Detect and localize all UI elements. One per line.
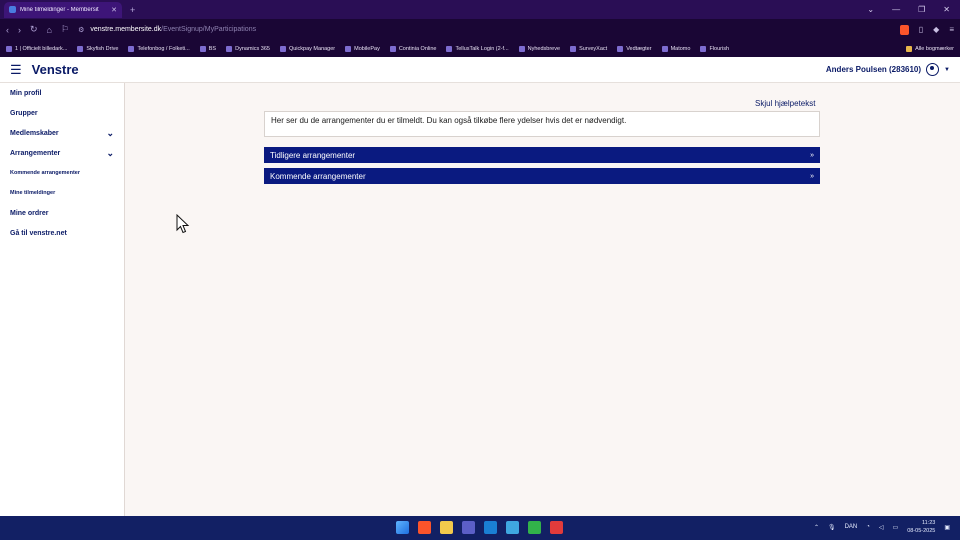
url-field[interactable]: ⚙ venstre.membersite.dk/EventSignup/MyPa… <box>78 26 891 34</box>
site-header: ☰ Venstre Anders Poulsen (283610) ▼ <box>0 57 960 83</box>
windows-taskbar: ⌃ 🎙 DAN ◔ ◁ ▭ 11:23 08-05-2025 ▣ <box>0 516 960 540</box>
bookmark-icon[interactable]: ⚐ <box>61 24 69 35</box>
home-icon[interactable]: ⌂ <box>47 25 52 35</box>
bookmark-favicon-icon <box>617 45 624 52</box>
notification-icon[interactable]: ▣ <box>944 524 950 531</box>
sidebar-item-medlemskaber[interactable]: Medlemskaber ⌄ <box>0 123 124 143</box>
chevron-down-icon: ⌄ <box>106 147 114 158</box>
expand-arrow-icon: » <box>810 172 814 180</box>
restore-icon[interactable]: ❐ <box>918 5 925 14</box>
close-tab-icon[interactable]: ✕ <box>111 6 117 14</box>
system-clock[interactable]: 11:23 08-05-2025 <box>907 519 935 535</box>
sidebar-item-grupper[interactable]: Grupper <box>0 103 124 123</box>
all-bookmarks-folder[interactable]: Alle bogmærker <box>906 45 954 52</box>
url-host: venstre.membersite.dk <box>90 26 162 33</box>
url-path: /EventSignup/MyParticipations <box>161 26 257 33</box>
teams-icon[interactable] <box>462 521 475 534</box>
bookmark-item[interactable]: SurveyXact <box>570 45 607 52</box>
file-explorer-icon[interactable] <box>440 521 453 534</box>
sidebar-item-kommende-arrangementer[interactable]: Kommende arrangementer <box>0 163 124 183</box>
brave-shield-icon[interactable] <box>899 24 909 35</box>
bookmark-favicon-icon <box>446 45 453 52</box>
back-icon[interactable]: ‹ <box>6 25 9 35</box>
reload-icon[interactable]: ↻ <box>30 24 38 35</box>
new-tab-icon[interactable]: + <box>130 5 135 15</box>
bookmark-favicon-icon <box>6 45 12 52</box>
camtasia-icon[interactable] <box>528 521 541 534</box>
brave-browser-icon[interactable] <box>418 521 431 534</box>
sidebar-toggle-icon[interactable]: ▯ <box>919 25 923 34</box>
hamburger-menu-icon[interactable]: ☰ <box>10 63 22 76</box>
tab-list-chevron-icon[interactable]: ⌄ <box>867 5 874 14</box>
chevron-down-icon: ⌄ <box>106 127 114 138</box>
language-indicator[interactable]: DAN <box>845 524 858 530</box>
battery-icon[interactable]: ▭ <box>893 524 899 531</box>
close-window-icon[interactable]: ✕ <box>943 5 950 14</box>
forward-icon[interactable]: › <box>18 25 21 35</box>
sidebar-item-arrangementer[interactable]: Arrangementer ⌄ <box>0 143 124 163</box>
window-controls: ⌄ — ❐ ✕ <box>867 5 960 14</box>
hide-help-text-link[interactable]: Skjul hjælpetekst <box>755 99 815 108</box>
bookmark-favicon-icon <box>199 45 206 52</box>
bookmark-item[interactable]: Dynamics 365 <box>226 45 270 52</box>
bookmark-item[interactable]: Skyfish Drive <box>77 45 118 52</box>
bookmark-favicon-icon <box>77 45 84 52</box>
bookmark-favicon-icon <box>700 45 707 52</box>
bookmark-favicon-icon <box>345 45 352 52</box>
section-kommende-arrangementer[interactable]: Kommende arrangementer » <box>264 168 820 184</box>
bookmark-item[interactable]: Flourish <box>700 45 729 52</box>
sidebar-item-min-profil[interactable]: Min profil <box>0 83 124 103</box>
sidebar-nav: Min profil Grupper Medlemskaber ⌄ Arrange… <box>0 83 125 516</box>
browser-tab-bar: Mine tilmeldinger - Membersit ✕ + ⌄ — ❐ … <box>0 0 960 19</box>
sidebar-item-mine-ordrer[interactable]: Mine ordrer <box>0 203 124 223</box>
sidebar-item-ga-til-venstre-net[interactable]: Gå til venstre.net <box>0 223 124 243</box>
bookmark-item[interactable]: Continia Online <box>389 45 436 52</box>
wifi-icon[interactable]: ◔ <box>866 524 870 530</box>
mouse-cursor-icon <box>176 214 190 234</box>
bookmarks-bar: 1 | Officielt billedark... Skyfish Drive… <box>0 40 960 57</box>
bookmark-item[interactable]: 1 | Officielt billedark... <box>6 45 67 52</box>
bookmark-favicon-icon <box>389 45 396 52</box>
bookmark-item[interactable]: TellusTalk Login (2-f... <box>446 45 509 52</box>
sidebar-item-mine-tilmeldinger[interactable]: Mine tilmeldinger <box>0 183 124 203</box>
bookmark-favicon-icon <box>570 45 577 52</box>
user-name: Anders Poulsen (283610) <box>825 65 922 74</box>
outlook-icon[interactable] <box>484 521 497 534</box>
system-tray: ⌃ 🎙 DAN ◔ ◁ ▭ 11:23 08-05-2025 ▣ <box>814 519 950 535</box>
site-favicon-icon <box>9 6 16 13</box>
notepad-icon[interactable] <box>506 521 519 534</box>
bookmark-item[interactable]: Nyhedsbreve <box>518 45 560 52</box>
help-text-box: Her ser du de arrangementer du er tilmel… <box>264 111 820 137</box>
bookmark-favicon-icon <box>661 45 668 52</box>
folder-icon <box>906 45 913 52</box>
section-tidligere-arrangementer[interactable]: Tidligere arrangementer » <box>264 147 820 163</box>
caret-down-icon: ▼ <box>944 66 950 73</box>
site-settings-icon[interactable]: ⚙ <box>78 26 84 34</box>
vpn-icon[interactable]: ◆ <box>933 25 939 34</box>
windows-start-icon[interactable] <box>396 521 409 534</box>
bookmark-item[interactable]: BS <box>199 45 216 52</box>
volume-icon[interactable]: ◁ <box>879 524 884 531</box>
user-menu[interactable]: Anders Poulsen (283610) ▼ <box>826 63 950 76</box>
microphone-icon[interactable]: 🎙 <box>828 524 836 531</box>
browser-menu-icon[interactable]: ≡ <box>949 25 954 34</box>
bookmark-favicon-icon <box>128 45 135 52</box>
bookmark-favicon-icon <box>226 45 233 52</box>
bookmark-item[interactable]: MobilePay <box>345 45 380 52</box>
bookmark-item[interactable]: Quickpay Manager <box>279 45 335 52</box>
bookmark-favicon-icon <box>518 45 525 52</box>
tray-overflow-icon[interactable]: ⌃ <box>814 524 819 531</box>
tab-title: Mine tilmeldinger - Membersit <box>20 6 99 13</box>
expand-arrow-icon: » <box>810 151 814 159</box>
user-avatar-icon <box>926 63 940 76</box>
address-toolbar: ‹ › ↻ ⌂ ⚐ ⚙ venstre.membersite.dk/EventS… <box>0 19 960 40</box>
site-logo[interactable]: Venstre <box>32 62 79 77</box>
recorder-icon[interactable] <box>550 521 563 534</box>
bookmark-item[interactable]: Telefonbog / Folketi... <box>128 45 190 52</box>
bookmark-item[interactable]: Vedtægter <box>617 45 652 52</box>
bookmark-item[interactable]: Matomo <box>661 45 690 52</box>
minimize-icon[interactable]: — <box>892 5 900 14</box>
browser-tab[interactable]: Mine tilmeldinger - Membersit ✕ <box>4 1 122 18</box>
bookmark-favicon-icon <box>279 45 286 52</box>
